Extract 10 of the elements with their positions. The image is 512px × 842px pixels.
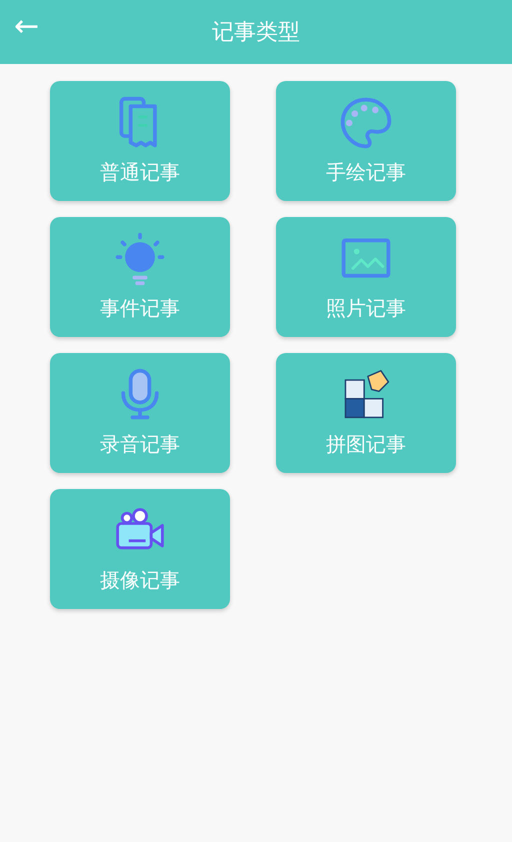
note-type-card[interactable]: 事件记事 (50, 217, 230, 337)
note-type-card[interactable]: 录音记事 (50, 353, 230, 473)
note-type-card[interactable]: 手绘记事 (276, 81, 456, 201)
palette-icon (338, 95, 394, 151)
note-type-card[interactable]: 摄像记事 (50, 489, 230, 609)
page-title: 记事类型 (212, 19, 300, 47)
note-type-card[interactable]: 照片记事 (276, 217, 456, 337)
back-button[interactable]: ← (8, 10, 46, 44)
note-type-card[interactable]: 普通记事 (50, 81, 230, 201)
note-type-card[interactable]: 拼图记事 (276, 353, 456, 473)
